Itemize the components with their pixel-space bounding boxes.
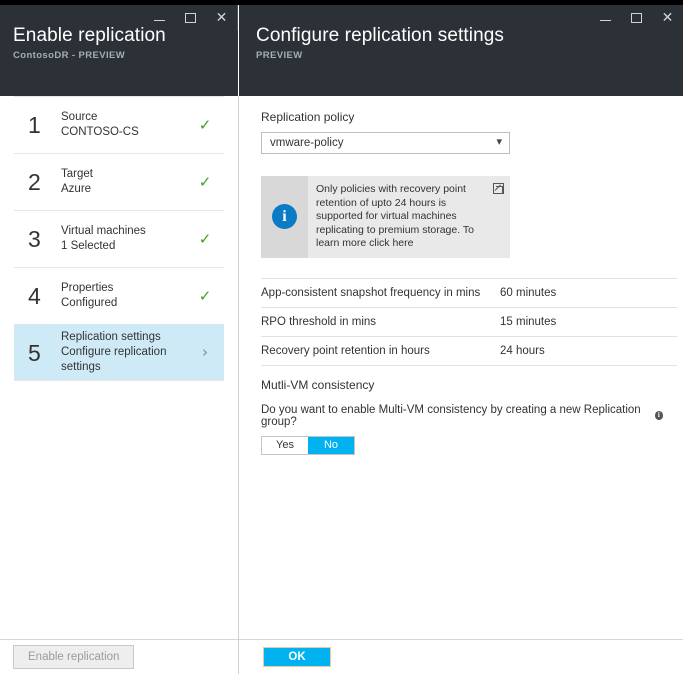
maximize-icon: [631, 13, 642, 23]
close-icon: ✕: [662, 11, 674, 25]
step-title: Source: [61, 110, 196, 125]
wizard-step-source[interactable]: 1 Source CONTOSO-CS ✓: [14, 96, 224, 153]
step-text: Target Azure: [61, 167, 196, 197]
step-subtitle: Azure: [61, 182, 196, 197]
step-subtitle: 1 Selected: [61, 239, 196, 254]
info-banner[interactable]: i Only policies with recovery point rete…: [261, 176, 510, 258]
info-banner-icon-cell: i: [261, 176, 308, 258]
enable-replication-blade: Enable replication ContosoDR - PREVIEW ✕…: [0, 5, 238, 674]
step-subtitle: Configured: [61, 296, 196, 311]
toggle-option-yes[interactable]: Yes: [262, 437, 308, 454]
left-blade-header: Enable replication ContosoDR - PREVIEW ✕: [0, 5, 238, 96]
wizard-step-replication-settings[interactable]: 5 Replication settings Configure replica…: [14, 324, 224, 381]
maximize-icon: [185, 13, 196, 23]
right-window-controls: ✕: [590, 5, 683, 31]
info-icon[interactable]: i: [655, 411, 663, 420]
multivm-consistency-toggle[interactable]: Yes No: [261, 436, 355, 455]
close-button[interactable]: ✕: [206, 5, 237, 31]
checkmark-icon: ✓: [196, 118, 214, 133]
left-blade-footer: Enable replication: [0, 639, 238, 674]
left-window-controls: ✕: [144, 5, 238, 31]
right-blade-subtitle: PREVIEW: [256, 50, 683, 61]
step-title: Target: [61, 167, 196, 182]
ok-button[interactable]: OK: [263, 647, 331, 667]
step-text: Source CONTOSO-CS: [61, 110, 196, 140]
wizard-step-virtual-machines[interactable]: 3 Virtual machines 1 Selected ✓: [14, 210, 224, 267]
right-blade-footer: OK: [239, 639, 683, 674]
step-number: 5: [28, 340, 54, 366]
wizard-step-target[interactable]: 2 Target Azure ✓: [14, 153, 224, 210]
chevron-down-icon: ▾: [496, 135, 502, 148]
maximize-button[interactable]: [175, 5, 206, 31]
enable-replication-button[interactable]: Enable replication: [13, 645, 134, 669]
external-link-icon[interactable]: [493, 183, 504, 194]
setting-label: App-consistent snapshot frequency in min…: [261, 287, 500, 299]
minimize-icon: [600, 20, 611, 21]
setting-label: RPO threshold in mins: [261, 316, 500, 328]
close-button[interactable]: ✕: [652, 5, 683, 31]
right-blade-header: Configure replication settings PREVIEW ✕: [239, 5, 683, 96]
minimize-icon: [154, 20, 165, 21]
setting-value: 15 minutes: [500, 316, 556, 328]
table-row: RPO threshold in mins 15 minutes: [261, 308, 677, 337]
close-icon: ✕: [216, 11, 228, 25]
step-number: 1: [28, 112, 54, 138]
toggle-option-no[interactable]: No: [308, 437, 354, 454]
setting-value: 60 minutes: [500, 287, 556, 299]
step-subtitle: CONTOSO-CS: [61, 125, 196, 140]
wizard-step-properties[interactable]: 4 Properties Configured ✓: [14, 267, 224, 324]
minimize-button[interactable]: [144, 5, 175, 31]
multivm-question-row: Do you want to enable Multi-VM consisten…: [261, 404, 663, 428]
step-title: Replication settings: [61, 330, 196, 345]
step-number: 2: [28, 169, 54, 195]
step-subtitle: Configure replication settings: [61, 345, 196, 375]
replication-settings-table: App-consistent snapshot frequency in min…: [261, 278, 677, 366]
window-controls-divider: [237, 5, 238, 31]
table-row: App-consistent snapshot frequency in min…: [261, 279, 677, 308]
chevron-right-icon: ›: [196, 345, 214, 360]
right-blade-body: Replication policy vmware-policy ▾ i Onl…: [239, 96, 683, 455]
setting-value: 24 hours: [500, 345, 545, 357]
replication-policy-label: Replication policy: [261, 110, 663, 124]
replication-policy-value: vmware-policy: [262, 137, 344, 149]
replication-policy-select[interactable]: vmware-policy ▾: [261, 132, 510, 154]
app-root: Enable replication ContosoDR - PREVIEW ✕…: [0, 0, 683, 674]
table-row: Recovery point retention in hours 24 hou…: [261, 337, 677, 366]
step-text: Replication settings Configure replicati…: [61, 330, 196, 375]
configure-replication-settings-blade: Configure replication settings PREVIEW ✕…: [239, 5, 683, 674]
checkmark-icon: ✓: [196, 289, 214, 304]
maximize-button[interactable]: [621, 5, 652, 31]
multivm-consistency-heading: Mutli-VM consistency: [261, 378, 663, 392]
step-text: Properties Configured: [61, 281, 196, 311]
info-icon: i: [272, 204, 297, 229]
checkmark-icon: ✓: [196, 175, 214, 190]
step-number: 3: [28, 226, 54, 252]
step-text: Virtual machines 1 Selected: [61, 224, 196, 254]
checkmark-icon: ✓: [196, 232, 214, 247]
minimize-button[interactable]: [590, 5, 621, 31]
step-title: Properties: [61, 281, 196, 296]
step-number: 4: [28, 283, 54, 309]
setting-label: Recovery point retention in hours: [261, 345, 500, 357]
wizard-steps: 1 Source CONTOSO-CS ✓ 2 Target Azure ✓ 3…: [0, 96, 238, 381]
multivm-question-text: Do you want to enable Multi-VM consisten…: [261, 404, 650, 428]
step-title: Virtual machines: [61, 224, 196, 239]
left-blade-subtitle: ContosoDR - PREVIEW: [13, 50, 238, 61]
info-banner-text: Only policies with recovery point retent…: [308, 176, 510, 258]
